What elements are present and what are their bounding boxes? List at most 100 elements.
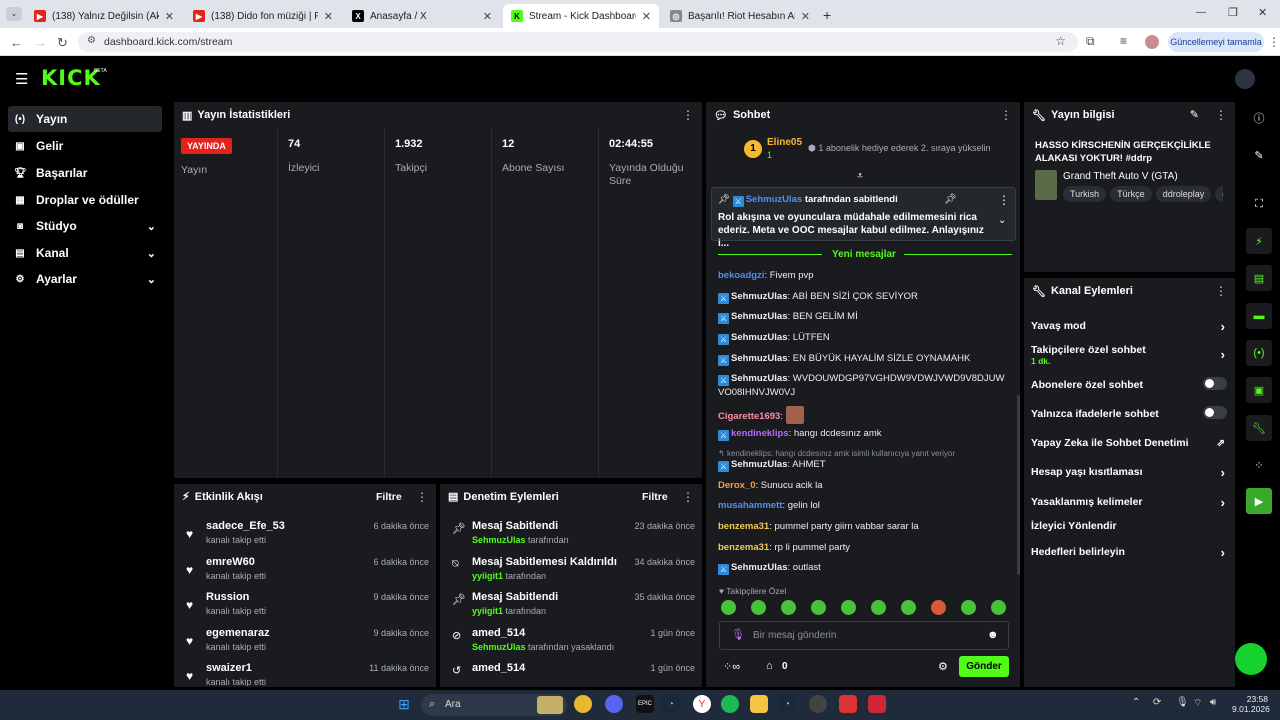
app-icon[interactable] [839, 695, 857, 713]
sidebar-item-yayin[interactable]: (•) Yayın [8, 106, 162, 132]
users-icon[interactable]: ⁘ [1246, 452, 1272, 478]
emote-icon[interactable] [931, 600, 946, 615]
back-icon[interactable]: ← [10, 35, 23, 50]
yandex-icon[interactable]: Y [693, 695, 711, 713]
reload-icon[interactable]: ↻ [57, 35, 68, 51]
emote-icon[interactable] [751, 600, 766, 615]
riot-icon[interactable] [868, 695, 886, 713]
emote-icon[interactable] [871, 600, 886, 615]
more-options-icon[interactable]: ⋮ [1215, 108, 1227, 122]
ai-moderation-item[interactable]: Yapay Zeka ile Sohbet Denetimi ⇗ [1031, 437, 1227, 449]
emote-icon[interactable] [991, 600, 1006, 615]
gift-leader-name[interactable]: Eline05 [767, 137, 802, 148]
wrench-icon[interactable]: 🔧︎ [1246, 415, 1272, 441]
steam-icon[interactable]: ◔ [662, 695, 680, 713]
banned-words-item[interactable]: Yasaklanmış kelimeler › [1031, 495, 1227, 510]
more-options-icon[interactable]: ⋮ [682, 490, 694, 504]
more-options-icon[interactable]: ⋮ [1000, 108, 1012, 122]
tag[interactable]: ddroleplay [1155, 186, 1212, 202]
profile-avatar[interactable] [1145, 35, 1159, 49]
forward-icon[interactable]: → [34, 35, 47, 50]
category-thumbnail[interactable] [1035, 170, 1057, 200]
browser-menu-icon[interactable]: ⋮ [1268, 35, 1280, 49]
sidebar-item-droplar[interactable]: ▦ Droplar ve ödüller [8, 187, 162, 213]
raid-item[interactable]: İzleyici Yönlendir [1031, 520, 1227, 532]
sidebar-item-ayarlar[interactable]: ⚙ Ayarlar ⌄ [8, 266, 162, 292]
address-bar[interactable]: ⚙ dashboard.kick.com/stream ☆ [78, 32, 1078, 52]
slow-mode-item[interactable]: Yavaş mod › [1031, 319, 1227, 334]
send-button[interactable]: Gönder [959, 656, 1009, 677]
tag[interactable]: Turkish [1063, 186, 1107, 202]
more-options-icon[interactable]: ⋮ [682, 108, 694, 122]
unpin-icon[interactable]: 📌︎ [944, 194, 957, 205]
edit-pencil-icon[interactable]: ✎ [1190, 108, 1199, 121]
crop-icon[interactable]: ⛶ [1246, 191, 1272, 217]
chat-message[interactable]: benzema31: pummel party giirn vabbar sar… [718, 520, 1013, 533]
emote-icon[interactable] [721, 600, 736, 615]
more-options-icon[interactable]: ⋮ [416, 490, 428, 504]
bookmark-star-icon[interactable]: ☆ [1055, 34, 1066, 48]
close-tab-icon[interactable]: ✕ [483, 10, 492, 23]
close-tab-icon[interactable]: ✕ [642, 10, 651, 23]
lightning-icon[interactable]: ⚡︎ [1246, 228, 1272, 254]
close-tab-icon[interactable]: ✕ [324, 10, 333, 23]
chat-message[interactable]: ⚔ SehmuzUlas: ABİ BEN SİZİ ÇOK SEVİYOR [718, 290, 1013, 304]
chat-message[interactable]: musahammett: gelin lol [718, 499, 1013, 512]
tab-search-icon[interactable]: ⌄ [6, 7, 22, 21]
browser-tab-4[interactable]: K Stream - Kick Dashboard ✕ [503, 4, 659, 28]
chat-message[interactable]: ⚔ SehmuzUlas: WVDOUWDGP97VGHDW9VDWJVWD9V8… [718, 372, 1008, 399]
emote-icon[interactable] [961, 600, 976, 615]
browser-tab-1[interactable]: ▶ (138) Yalnız Değilsin (Akusti ✕ [26, 4, 182, 28]
media-icon[interactable]: ▶ [1246, 488, 1272, 514]
account-age-item[interactable]: Hesap yaşı kısıtlaması › [1031, 465, 1227, 480]
edit-pencil-icon[interactable]: ✎ [1246, 142, 1272, 168]
document-icon[interactable]: ▤ [1246, 265, 1272, 291]
emote-icon[interactable] [811, 600, 826, 615]
user-avatar[interactable] [1235, 69, 1255, 89]
new-messages-label[interactable]: Yeni mesajlar [832, 249, 896, 260]
chat-message[interactable]: benzema31: rp li pummel party [718, 541, 1013, 554]
floating-action-button[interactable] [1235, 643, 1267, 675]
steam-icon[interactable]: ◔ [778, 695, 796, 713]
chat-message[interactable]: ⚔ kendineklips: hangı dcdesınız amk [718, 427, 1013, 441]
more-options-icon[interactable]: ⋮ [998, 193, 1010, 207]
kick-logo[interactable]: KICK [41, 66, 101, 90]
browser-tab-5[interactable]: ◎ Başarılı! Riot Hesabın Artık Platf ✕ [662, 4, 818, 28]
tag[interactable]: ddr [1215, 186, 1223, 202]
sidebar-item-gelir[interactable]: ▣ Gelir [8, 133, 162, 159]
media-icon[interactable]: ≡ [1120, 34, 1127, 48]
app-icon[interactable] [809, 695, 827, 713]
windows-start-icon[interactable]: ⊞ [395, 695, 413, 713]
subs-only-toggle[interactable] [1203, 377, 1227, 390]
sidebar-item-basarilar[interactable]: 🏆︎ Başarılar [8, 160, 162, 186]
gift-prompt[interactable]: ⬢ 1 abonelik hediye ederek 2. sıraya yük… [808, 143, 1008, 154]
epic-games-icon[interactable]: EPIC [636, 695, 654, 713]
emote-only-toggle[interactable] [1203, 406, 1227, 419]
microphone-icon[interactable]: 🎙︎ [731, 628, 745, 641]
emote-icon[interactable] [841, 600, 856, 615]
activity-filter-button[interactable]: Filtre [376, 491, 402, 503]
extensions-icon[interactable]: ⧉ [1086, 34, 1095, 49]
broadcast-icon[interactable]: (•) [1246, 340, 1272, 366]
volume-icon[interactable]: 🔊︎ [1210, 697, 1216, 708]
points-icon[interactable]: ⁘∞ [723, 660, 740, 673]
tray-chevron-icon[interactable]: ⌃ [1132, 697, 1140, 708]
microphone-icon[interactable]: 🎙︎ [1176, 697, 1189, 708]
layout-icon[interactable]: ▣ [1246, 377, 1272, 403]
emote-icon[interactable] [781, 600, 796, 615]
emote-icon[interactable] [901, 600, 916, 615]
taskbar-clock[interactable]: 23:58 9.01.2026 [1232, 694, 1270, 714]
chat-scrollbar[interactable] [1017, 395, 1020, 575]
browser-tab-3[interactable]: X Anasayfa / X ✕ [344, 4, 500, 28]
chat-message[interactable]: Cigarette1693: [718, 406, 1013, 424]
sidebar-item-kanal[interactable]: ▤ Kanal ⌄ [8, 240, 162, 266]
close-tab-icon[interactable]: ✕ [165, 10, 174, 23]
store-icon[interactable]: ⌂ [766, 660, 773, 672]
new-tab-icon[interactable]: + [823, 7, 831, 23]
wifi-icon[interactable]: ⌔ [1193, 697, 1202, 710]
close-tab-icon[interactable]: ✕ [801, 10, 810, 23]
settings-gear-icon[interactable]: ⚙ [938, 660, 948, 673]
browser-tab-2[interactable]: ▶ (138) Dido fon müziği | Fon Mü ✕ [185, 4, 341, 28]
tray-app-icon[interactable]: ⟳ [1153, 697, 1161, 708]
chat-bubble-icon[interactable]: ▬ [1246, 303, 1272, 329]
